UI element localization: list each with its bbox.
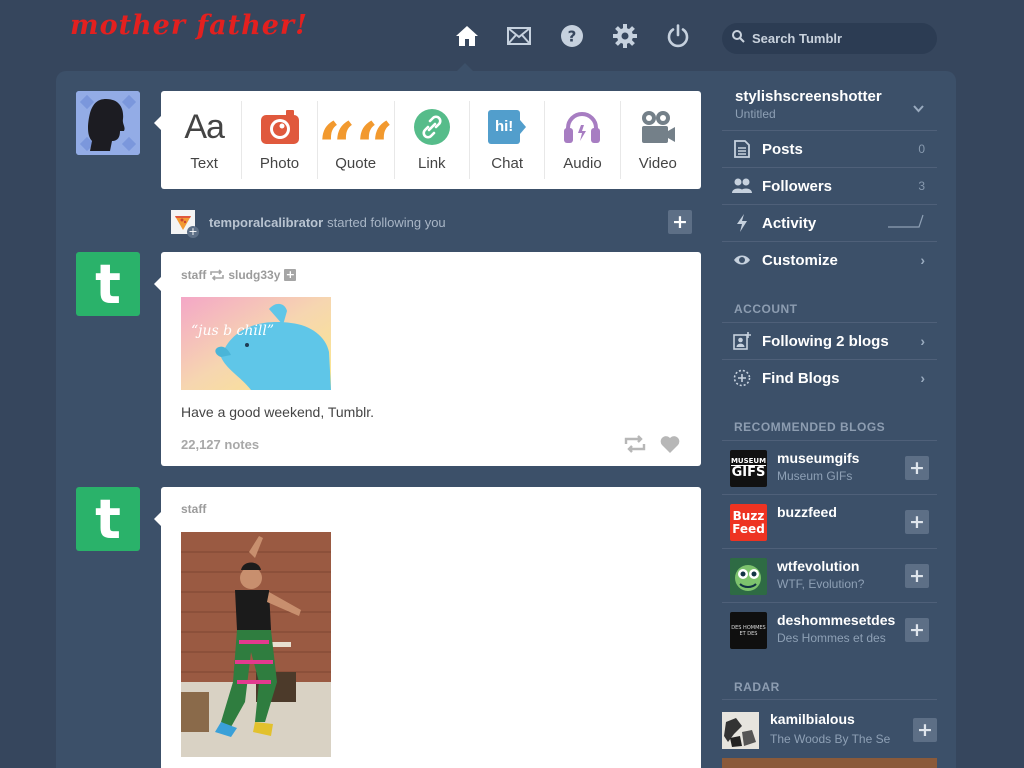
blog-logo[interactable]: mother father! xyxy=(70,10,308,41)
recommended-blog[interactable]: MUSEUM GIFS museumgifs Museum GIFs + xyxy=(722,440,937,494)
nav-active-indicator xyxy=(457,63,473,71)
help-icon[interactable]: ? xyxy=(560,24,584,48)
post-photo[interactable] xyxy=(181,532,331,757)
search-input[interactable] xyxy=(752,31,922,46)
recommended-blog[interactable]: wtfevolution WTF, Evolution? + xyxy=(722,548,937,602)
svg-text:“jus b chill”: “jus b chill” xyxy=(191,323,274,339)
new-audio-post-button[interactable]: Audio xyxy=(545,101,621,179)
svg-text:?: ? xyxy=(568,28,577,46)
blog-name[interactable]: stylishscreenshotter xyxy=(735,88,882,105)
radar-blog[interactable]: kamilbialous The Woods By The Se + xyxy=(722,710,937,750)
following-icon xyxy=(722,332,762,350)
sidebar-item-posts[interactable]: Posts 0 xyxy=(722,130,937,167)
chevron-right-icon: › xyxy=(920,252,925,268)
radar-divider xyxy=(722,699,937,700)
post-author[interactable]: staff xyxy=(181,268,206,282)
new-text-post-button[interactable]: Aa Text xyxy=(167,101,243,179)
post-card: staff xyxy=(154,487,701,768)
like-button[interactable] xyxy=(660,435,680,458)
find-blogs-icon xyxy=(722,369,762,387)
account-heading: ACCOUNT xyxy=(734,302,798,316)
chevron-down-icon[interactable] xyxy=(913,100,924,118)
sidebar-item-customize[interactable]: Customize › xyxy=(722,241,937,278)
link-icon xyxy=(413,107,450,147)
staff-avatar[interactable]: t xyxy=(76,487,140,551)
followers-icon xyxy=(722,178,762,194)
eye-icon xyxy=(722,254,762,266)
new-video-post-button[interactable]: Video xyxy=(621,101,695,179)
follow-reblogged-button[interactable]: + xyxy=(284,269,297,281)
camera-icon xyxy=(260,107,299,147)
bolt-icon xyxy=(722,214,762,232)
wtfevolution-avatar xyxy=(730,558,767,595)
recommended-heading: RECOMMENDED BLOGS xyxy=(734,420,886,434)
chat-icon: hi! xyxy=(488,107,527,147)
posts-icon xyxy=(722,140,762,158)
text-icon: Aa xyxy=(184,107,225,146)
post-header: staff xyxy=(181,502,206,516)
search-icon xyxy=(732,29,745,48)
sidebar-item-followers[interactable]: Followers 3 xyxy=(722,167,937,204)
sidebar-item-find-blogs[interactable]: Find Blogs › xyxy=(722,359,937,396)
home-icon[interactable] xyxy=(455,24,479,48)
new-chat-post-button[interactable]: hi! Chat xyxy=(470,101,546,179)
blog-title: Untitled xyxy=(735,107,776,121)
new-quote-post-button[interactable]: ““ Quote xyxy=(317,101,395,186)
blog-switcher[interactable]: stylishscreenshotter Untitled xyxy=(722,86,937,130)
follower-username[interactable]: temporalcalibrator xyxy=(209,215,323,230)
user-avatar[interactable] xyxy=(76,91,140,155)
power-icon[interactable] xyxy=(666,24,690,48)
video-camera-icon xyxy=(640,107,676,147)
reblogged-from[interactable]: sludg33y xyxy=(228,268,280,282)
chevron-right-icon: › xyxy=(920,333,925,349)
sidebar-item-following[interactable]: Following 2 blogs › xyxy=(722,322,937,359)
quote-icon: ““ xyxy=(317,108,394,186)
follow-text: started following you xyxy=(327,214,446,230)
reblog-button[interactable] xyxy=(624,435,646,458)
activity-sparkline xyxy=(888,214,924,232)
recommended-blog[interactable]: Buzz Feed buzzfeed + xyxy=(722,494,937,548)
recommended-blog[interactable]: DES HOMMES ET DES deshommesetdes Des Homm… xyxy=(722,602,937,656)
deshommesetdes-avatar: DES HOMMES ET DES xyxy=(730,612,767,649)
gear-icon[interactable] xyxy=(613,24,637,48)
staff-avatar[interactable]: t xyxy=(76,252,140,316)
follow-deshommesetdes-button[interactable]: + xyxy=(905,618,929,642)
post-notes-count[interactable]: 22,127 notes xyxy=(181,437,259,452)
reblog-icon xyxy=(210,269,225,281)
new-link-post-button[interactable]: Link xyxy=(395,101,470,179)
chevron-right-icon: › xyxy=(920,370,925,386)
mail-icon[interactable] xyxy=(507,24,531,48)
follow-museumgifs-button[interactable]: + xyxy=(905,456,929,480)
post-author[interactable]: staff xyxy=(181,502,206,516)
museumgifs-avatar: MUSEUM GIFS xyxy=(730,450,767,487)
new-photo-post-button[interactable]: Photo xyxy=(242,101,318,179)
headphones-icon xyxy=(563,107,601,147)
post-card: staff sludg33y + “jus b chill” Have a go… xyxy=(154,252,701,466)
follow-kamilbialous-button[interactable]: + xyxy=(913,718,937,742)
post-photo[interactable]: “jus b chill” xyxy=(181,297,331,390)
post-body-text: Have a good weekend, Tumblr. xyxy=(181,404,375,420)
search-box[interactable] xyxy=(722,23,937,54)
post-header: staff sludg33y + xyxy=(181,268,297,282)
follow-back-button[interactable]: + xyxy=(668,210,692,234)
follow-wtfevolution-button[interactable]: + xyxy=(905,564,929,588)
follow-notification: + temporalcalibrator started following y… xyxy=(171,210,692,238)
post-type-selector: Aa Text Photo ““ Quote Link hi! Chat Aud… xyxy=(154,91,701,189)
radar-post-preview[interactable] xyxy=(722,758,937,768)
buzzfeed-avatar: Buzz Feed xyxy=(730,504,767,541)
sidebar-item-activity[interactable]: Activity xyxy=(722,204,937,241)
follower-avatar[interactable]: + xyxy=(171,210,199,238)
radar-heading: RADAR xyxy=(734,680,780,694)
follow-buzzfeed-button[interactable]: + xyxy=(905,510,929,534)
kamilbialous-avatar xyxy=(722,712,759,749)
